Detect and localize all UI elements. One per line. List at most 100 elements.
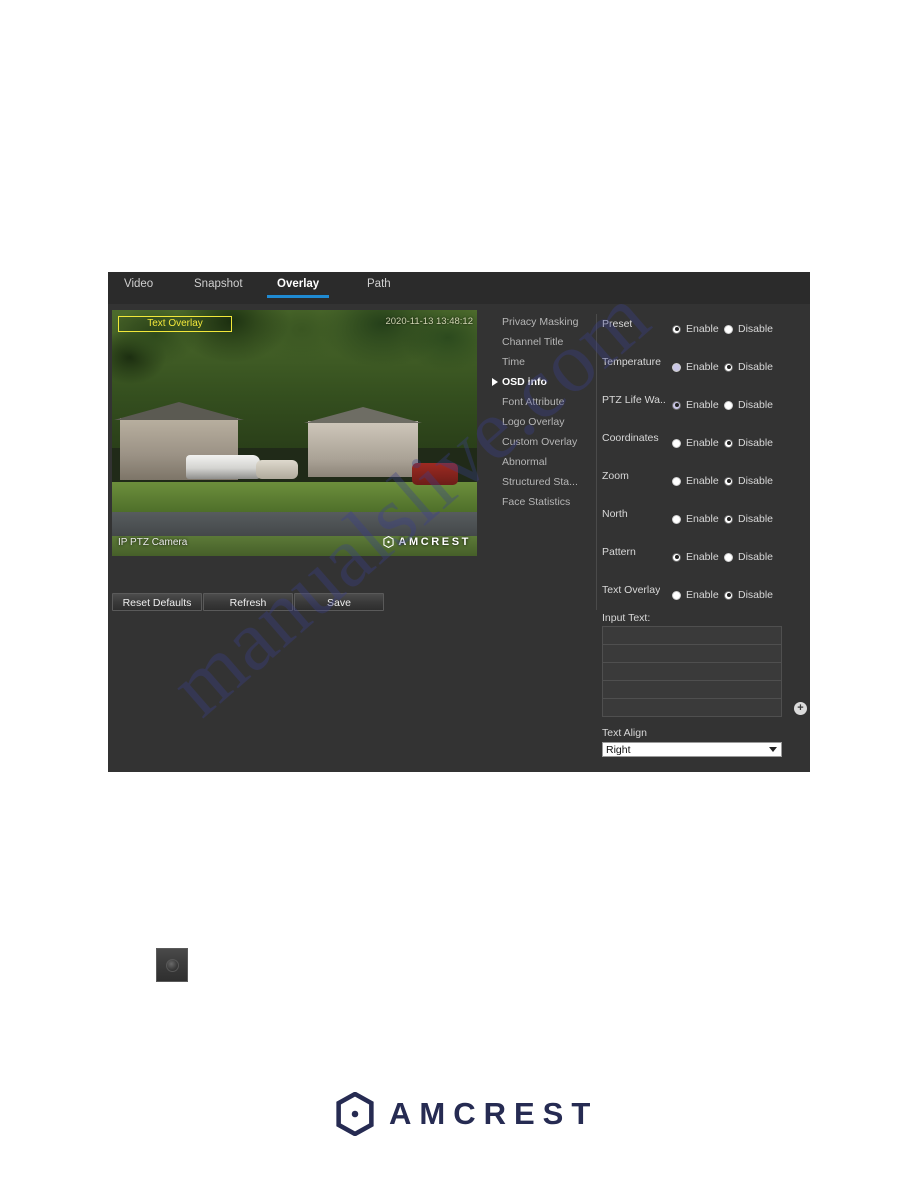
input-text-row[interactable] bbox=[603, 681, 781, 699]
radio-label: Disable bbox=[738, 513, 774, 525]
chevron-down-icon bbox=[769, 747, 777, 752]
north-enable-radio[interactable]: Enable bbox=[672, 513, 719, 525]
radio-label: Disable bbox=[738, 361, 774, 373]
input-text-row[interactable] bbox=[603, 699, 781, 716]
camera-lens-icon bbox=[165, 958, 179, 972]
setting-label-ptz-life-warning: PTZ Life Wa... bbox=[602, 394, 666, 406]
submenu-item-custom-overlay[interactable]: Custom Overlay bbox=[492, 432, 596, 452]
ptz-life-warning-disable-radio[interactable]: Disable bbox=[724, 399, 773, 411]
radio-label: Enable bbox=[686, 323, 719, 335]
temperature-enable-radio[interactable]: Enable bbox=[672, 361, 719, 373]
submenu-item-time[interactable]: Time bbox=[492, 352, 596, 372]
footer-brand-logo: AMCREST bbox=[335, 1092, 598, 1136]
radio-label: Enable bbox=[686, 513, 719, 525]
add-text-row-button[interactable]: + bbox=[794, 702, 807, 715]
radio-label: Enable bbox=[686, 475, 719, 487]
osd-timestamp: 2020-11-13 13:48:12 bbox=[385, 316, 473, 327]
input-text-row[interactable] bbox=[603, 663, 781, 681]
preview-house-right bbox=[304, 406, 422, 477]
setting-row-text-overlay: Text Overlay Enable Disable bbox=[602, 578, 802, 616]
save-button[interactable]: Save bbox=[294, 593, 384, 611]
camera-config-panel: Video Snapshot Overlay Path Text Overlay… bbox=[108, 272, 810, 772]
radio-icon bbox=[724, 476, 733, 486]
preview-red-car bbox=[412, 462, 458, 485]
refresh-button[interactable]: Refresh bbox=[203, 593, 293, 611]
radio-label: Disable bbox=[738, 399, 774, 411]
input-text-row[interactable] bbox=[603, 645, 781, 663]
tab-overlay-label: Overlay bbox=[277, 278, 320, 290]
zoom-disable-radio[interactable]: Disable bbox=[724, 475, 773, 487]
osd-channel-title[interactable]: IP PTZ Camera bbox=[118, 537, 187, 548]
text-align-select[interactable]: Right bbox=[602, 742, 782, 757]
preset-disable-radio[interactable]: Disable bbox=[724, 323, 773, 335]
coordinates-enable-radio[interactable]: Enable bbox=[672, 437, 719, 449]
ptz-life-warning-enable-radio[interactable]: Enable bbox=[672, 399, 719, 411]
radio-icon bbox=[724, 590, 733, 600]
video-preview[interactable]: Text Overlay 2020-11-13 13:48:12 IP PTZ … bbox=[112, 310, 477, 556]
tab-snapshot[interactable]: Snapshot bbox=[192, 278, 245, 290]
setting-label-zoom: Zoom bbox=[602, 470, 629, 482]
osd-text-overlay-box[interactable]: Text Overlay bbox=[118, 316, 232, 332]
submenu-item-structured-statistics[interactable]: Structured Sta... bbox=[492, 472, 596, 492]
pattern-enable-radio[interactable]: Enable bbox=[672, 551, 719, 563]
preview-lawn bbox=[112, 482, 477, 512]
radio-label: Disable bbox=[738, 323, 774, 335]
tab-video[interactable]: Video bbox=[122, 278, 155, 290]
setting-label-north: North bbox=[602, 508, 628, 520]
temperature-disable-radio[interactable]: Disable bbox=[724, 361, 773, 373]
preview-road bbox=[112, 511, 477, 537]
setting-row-pattern: Pattern Enable Disable bbox=[602, 540, 802, 578]
footer-brand-text: AMCREST bbox=[389, 1096, 599, 1131]
radio-icon bbox=[672, 552, 681, 562]
setting-label-pattern: Pattern bbox=[602, 546, 636, 558]
radio-icon bbox=[672, 438, 681, 448]
radio-label: Enable bbox=[686, 551, 719, 563]
submenu-item-logo-overlay[interactable]: Logo Overlay bbox=[492, 412, 596, 432]
setting-row-ptz-life-warning: PTZ Life Wa... Enable Disable bbox=[602, 388, 802, 426]
text-align-label: Text Align bbox=[602, 727, 647, 739]
setting-label-preset: Preset bbox=[602, 318, 633, 330]
preview-car bbox=[256, 460, 298, 480]
radio-icon bbox=[724, 324, 733, 334]
tab-bar: Video Snapshot Overlay Path bbox=[108, 272, 810, 304]
tab-path[interactable]: Path bbox=[365, 278, 393, 290]
north-disable-radio[interactable]: Disable bbox=[724, 513, 773, 525]
radio-icon bbox=[672, 362, 681, 372]
tab-overlay[interactable]: Overlay bbox=[267, 278, 330, 298]
coordinates-disable-radio[interactable]: Disable bbox=[724, 437, 773, 449]
radio-label: Enable bbox=[686, 361, 719, 373]
radio-label: Disable bbox=[738, 437, 774, 449]
tab-active-underline bbox=[267, 295, 330, 298]
pattern-disable-radio[interactable]: Disable bbox=[724, 551, 773, 563]
radio-label: Enable bbox=[686, 589, 719, 601]
setting-row-preset: Preset Enable Disable bbox=[602, 312, 802, 350]
radio-icon bbox=[724, 514, 733, 524]
reset-defaults-button[interactable]: Reset Defaults bbox=[112, 593, 202, 611]
submenu-item-osd-info[interactable]: OSD info bbox=[492, 372, 596, 392]
radio-icon bbox=[672, 514, 681, 524]
radio-label: Disable bbox=[738, 589, 774, 601]
radio-icon bbox=[672, 324, 681, 334]
device-thumbnail-icon bbox=[156, 948, 188, 982]
input-text-row[interactable] bbox=[603, 627, 781, 645]
setting-label-temperature: Temperature bbox=[602, 356, 661, 368]
submenu-item-privacy-masking[interactable]: Privacy Masking bbox=[492, 312, 596, 332]
text-overlay-enable-radio[interactable]: Enable bbox=[672, 589, 719, 601]
submenu-item-face-statistics[interactable]: Face Statistics bbox=[492, 492, 596, 512]
submenu-item-abnormal[interactable]: Abnormal bbox=[492, 452, 596, 472]
submenu-item-channel-title[interactable]: Channel Title bbox=[492, 332, 596, 352]
preset-enable-radio[interactable]: Enable bbox=[672, 323, 719, 335]
radio-icon bbox=[672, 476, 681, 486]
radio-label: Disable bbox=[738, 475, 774, 487]
radio-label: Enable bbox=[686, 437, 719, 449]
setting-label-coordinates: Coordinates bbox=[602, 432, 659, 444]
amcrest-hex-logo-icon bbox=[336, 1092, 374, 1136]
text-overlay-disable-radio[interactable]: Disable bbox=[724, 589, 773, 601]
zoom-enable-radio[interactable]: Enable bbox=[672, 475, 719, 487]
submenu-divider bbox=[596, 314, 597, 610]
radio-label: Disable bbox=[738, 551, 774, 563]
submenu-item-font-attribute[interactable]: Font Attribute bbox=[492, 392, 596, 412]
radio-icon bbox=[724, 438, 733, 448]
preview-truck bbox=[186, 455, 260, 480]
overlay-submenu: Privacy Masking Channel Title Time OSD i… bbox=[492, 312, 596, 512]
